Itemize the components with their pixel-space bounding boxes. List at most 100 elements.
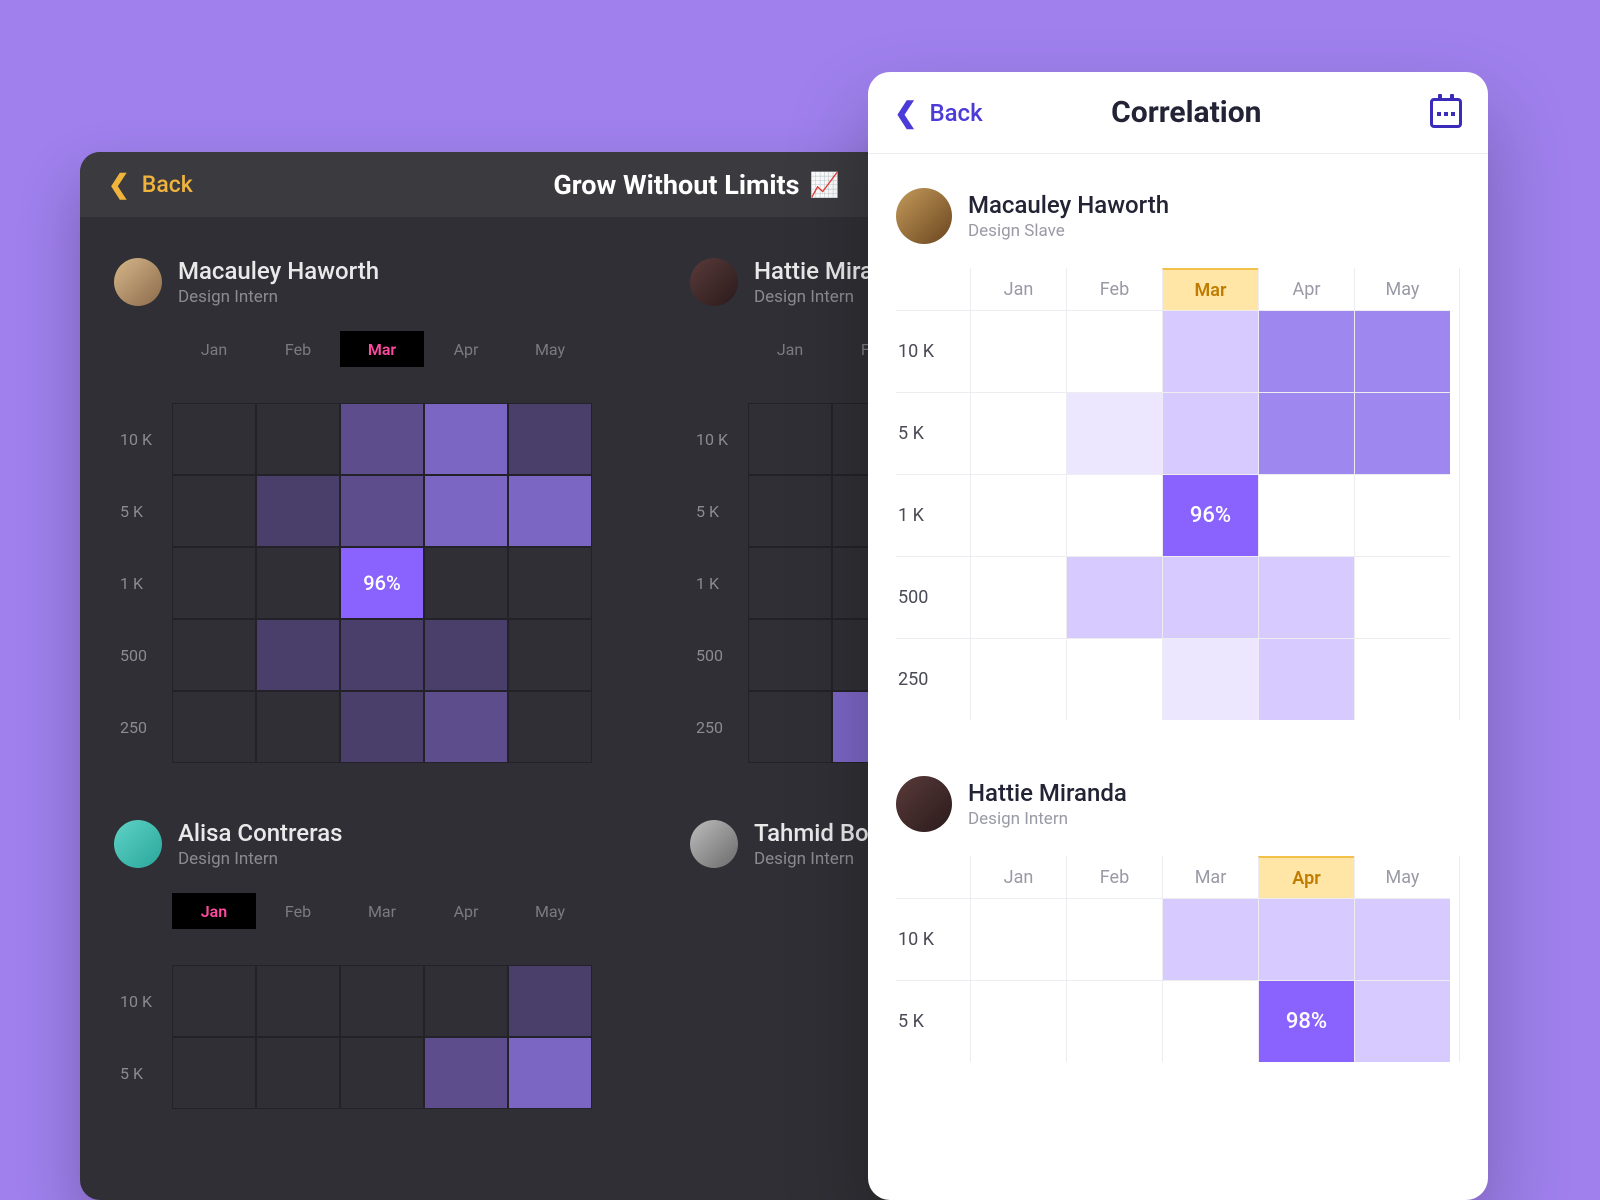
heatmap-cell[interactable] [424,691,508,763]
avatar[interactable] [896,776,952,832]
month-header[interactable]: Mar [340,893,424,929]
heatmap-cell[interactable] [172,619,256,691]
heatmap-cell[interactable] [256,547,340,619]
heatmap-cell[interactable] [970,310,1066,392]
heatmap-cell[interactable] [1354,898,1450,980]
month-header[interactable]: Apr [424,893,508,929]
heatmap-cell[interactable] [748,403,832,475]
heatmap-cell[interactable] [340,1037,424,1109]
heatmap-cell[interactable] [508,619,592,691]
month-header-selected[interactable]: Mar [340,331,424,367]
back-button[interactable]: Back [142,171,193,198]
heatmap-cell-highlight[interactable]: 96% [340,547,424,619]
heatmap-cell[interactable] [424,1037,508,1109]
heatmap-cell[interactable] [970,898,1066,980]
heatmap-cell[interactable] [970,392,1066,474]
month-header[interactable]: Jan [970,856,1066,898]
avatar[interactable] [114,258,162,306]
month-header[interactable]: Jan [748,331,832,367]
heatmap-cell[interactable] [970,556,1066,638]
avatar[interactable] [896,188,952,244]
heatmap-cell[interactable] [424,619,508,691]
heatmap-cell[interactable] [970,474,1066,556]
heatmap-cell[interactable] [508,691,592,763]
month-header-selected[interactable]: Apr [1258,856,1354,898]
heatmap-cell[interactable] [1258,638,1354,720]
month-header[interactable]: Jan [172,331,256,367]
heatmap-cell[interactable] [340,965,424,1037]
heatmap-cell[interactable] [424,965,508,1037]
heatmap-cell[interactable] [970,980,1066,1062]
heatmap-cell[interactable] [1258,898,1354,980]
heatmap-cell[interactable] [1162,392,1258,474]
chevron-left-icon[interactable]: ❮ [108,170,130,200]
heatmap-cell[interactable] [1354,980,1450,1062]
heatmap-cell[interactable] [340,691,424,763]
heatmap-cell-highlight[interactable]: 96% [1162,474,1258,556]
heatmap-cell[interactable] [256,1037,340,1109]
heatmap-cell[interactable] [1258,474,1354,556]
heatmap-cell[interactable] [424,475,508,547]
heatmap-cell[interactable] [1066,392,1162,474]
month-header[interactable]: Feb [1066,856,1162,898]
heatmap-cell[interactable] [1354,310,1450,392]
heatmap-cell[interactable] [1162,556,1258,638]
heatmap-cell[interactable] [172,475,256,547]
heatmap-cell[interactable] [1258,392,1354,474]
heatmap-cell[interactable] [1162,310,1258,392]
heatmap-cell[interactable] [1258,556,1354,638]
heatmap-cell[interactable] [1066,310,1162,392]
month-header-selected[interactable]: Mar [1162,268,1258,310]
month-header[interactable]: Feb [256,893,340,929]
heatmap-cell[interactable] [256,965,340,1037]
heatmap-cell[interactable] [172,547,256,619]
heatmap-cell[interactable] [172,965,256,1037]
month-header[interactable]: Apr [424,331,508,367]
month-header[interactable]: Mar [1162,856,1258,898]
heatmap-cell[interactable] [748,619,832,691]
calendar-icon[interactable] [1430,98,1462,128]
month-header[interactable]: May [508,331,592,367]
heatmap-cell[interactable] [508,403,592,475]
heatmap-cell[interactable] [1066,638,1162,720]
heatmap-cell[interactable] [340,619,424,691]
month-header[interactable]: May [1354,856,1450,898]
heatmap-cell[interactable] [748,547,832,619]
avatar[interactable] [690,258,738,306]
heatmap-cell[interactable] [748,691,832,763]
heatmap-cell[interactable] [172,691,256,763]
heatmap-cell[interactable] [748,475,832,547]
month-header[interactable]: May [508,893,592,929]
month-header[interactable]: May [1354,268,1450,310]
month-header[interactable]: Feb [256,331,340,367]
heatmap-cell[interactable] [256,403,340,475]
heatmap-cell[interactable] [172,1037,256,1109]
avatar[interactable] [690,820,738,868]
avatar[interactable] [114,820,162,868]
heatmap-cell[interactable] [424,403,508,475]
heatmap-cell[interactable] [1162,898,1258,980]
heatmap-cell[interactable] [256,619,340,691]
heatmap-cell[interactable] [1354,474,1450,556]
heatmap-cell[interactable] [1066,474,1162,556]
heatmap-cell-highlight[interactable]: 98% [1258,980,1354,1062]
chevron-left-icon[interactable]: ❮ [894,96,917,129]
heatmap-cell[interactable] [508,547,592,619]
heatmap-cell[interactable] [1258,310,1354,392]
heatmap-cell[interactable] [970,638,1066,720]
month-header-selected[interactable]: Jan [172,893,256,929]
heatmap-cell[interactable] [1354,638,1450,720]
month-header[interactable]: Apr [1258,268,1354,310]
heatmap-cell[interactable] [340,475,424,547]
heatmap-cell[interactable] [424,547,508,619]
heatmap-cell[interactable] [1354,392,1450,474]
heatmap-cell[interactable] [256,475,340,547]
heatmap-cell[interactable] [1066,898,1162,980]
month-header[interactable]: Jan [970,268,1066,310]
heatmap-cell[interactable] [1162,980,1258,1062]
heatmap-cell[interactable] [340,403,424,475]
heatmap-cell[interactable] [256,691,340,763]
heatmap-cell[interactable] [1066,556,1162,638]
heatmap-cell[interactable] [1354,556,1450,638]
month-header[interactable]: Feb [1066,268,1162,310]
